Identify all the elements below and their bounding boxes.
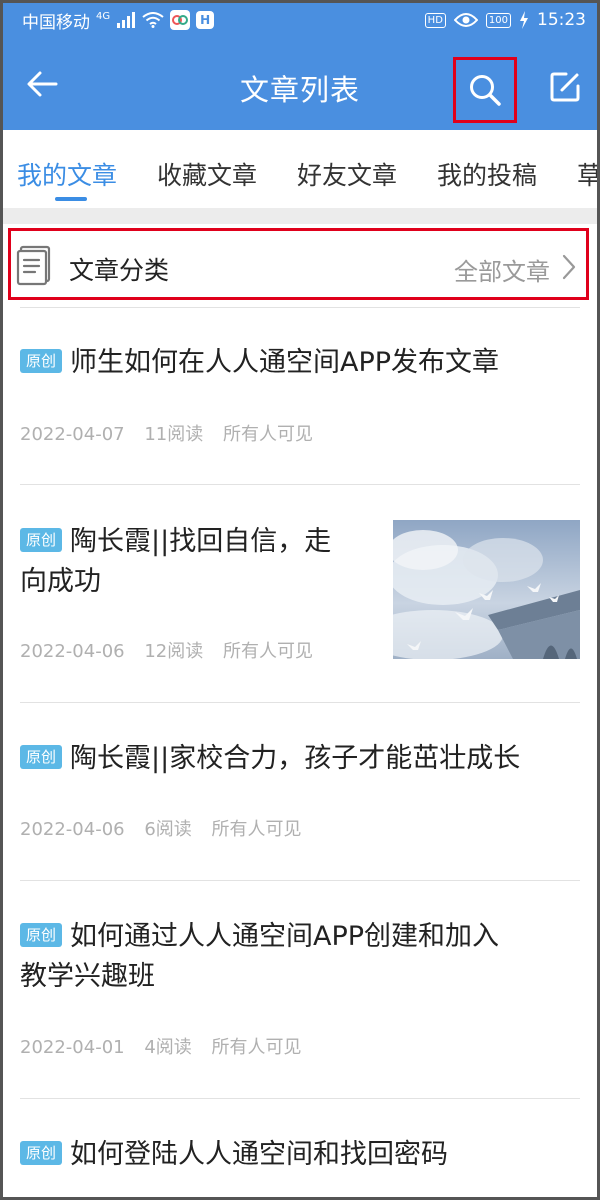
signal-icon [117, 12, 136, 28]
article-thumbnail[interactable] [393, 520, 580, 659]
sky-bridge-image [393, 520, 580, 659]
article-title-line2: 教学兴趣班 [20, 961, 155, 992]
article-read-count: 6阅读 [144, 819, 192, 840]
article-title-line2: 向成功 [20, 566, 101, 597]
article-date: 2022-04-07 [20, 424, 125, 445]
article-read-count: 12阅读 [144, 641, 204, 662]
divider [20, 880, 580, 881]
tab-favorite-articles[interactable]: 收藏文章 [157, 156, 257, 192]
article-visibility: 所有人可见 [211, 819, 302, 840]
chevron-right-icon [562, 254, 576, 280]
app-notification-icon [170, 10, 191, 30]
wifi-icon [142, 12, 164, 28]
title-bar: 文章列表 [0, 40, 600, 130]
article-read-count: 11阅读 [144, 424, 204, 445]
status-bar: 中国移动 4G H HD 100 15:23 [0, 0, 600, 40]
category-label: 文章分类 [69, 256, 170, 285]
tab-friend-articles[interactable]: 好友文章 [297, 156, 397, 192]
original-badge: 原创 [20, 528, 63, 552]
article-title: 如何登陆人人通空间和找回密码 [70, 1139, 449, 1170]
search-icon [470, 75, 501, 106]
tab-drafts[interactable]: 草 [577, 156, 600, 192]
section-divider [0, 208, 600, 224]
eye-icon [453, 13, 478, 27]
edit-icon [550, 72, 580, 102]
divider [20, 307, 580, 308]
app-h-icon: H [196, 11, 215, 29]
divider [20, 702, 580, 703]
original-badge: 原创 [20, 1141, 63, 1165]
document-list-icon [16, 245, 51, 286]
divider [20, 1098, 580, 1099]
article-title-line1: 如何通过人人通空间APP创建和加入 [70, 921, 500, 952]
article-title: 师生如何在人人通空间APP发布文章 [70, 347, 500, 378]
article-title-line1: 陶长霞||找回自信，走 [70, 526, 332, 557]
article-visibility: 所有人可见 [222, 641, 313, 662]
article-category-row[interactable]: 文章分类 全部文章 [8, 228, 589, 300]
article-date: 2022-04-06 [20, 641, 125, 662]
battery-level: 100 [485, 12, 511, 28]
tab-my-submissions[interactable]: 我的投稿 [437, 156, 537, 192]
article-visibility: 所有人可见 [211, 1037, 302, 1058]
carrier-label: 中国移动 [22, 12, 90, 33]
active-tab-indicator [55, 197, 87, 201]
article-visibility: 所有人可见 [222, 424, 313, 445]
article-read-count: 4阅读 [144, 1037, 192, 1058]
article-date: 2022-04-01 [20, 1037, 125, 1058]
clock: 15:23 [537, 10, 586, 30]
charging-icon [520, 11, 528, 29]
original-badge: 原创 [20, 745, 63, 769]
search-button[interactable] [453, 57, 517, 123]
network-type: 4G [96, 10, 111, 22]
original-badge: 原创 [20, 923, 63, 947]
divider [20, 484, 580, 485]
article-title: 陶长霞||家校合力，孩子才能茁壮成长 [70, 743, 521, 774]
hd-badge: HD [424, 12, 446, 28]
original-badge: 原创 [20, 349, 63, 373]
category-value: 全部文章 [454, 258, 550, 286]
article-date: 2022-04-06 [20, 819, 125, 840]
tab-bar: 我的文章 收藏文章 好友文章 我的投稿 草 [0, 130, 600, 208]
edit-button[interactable] [546, 68, 584, 106]
tab-my-articles[interactable]: 我的文章 [17, 156, 117, 192]
